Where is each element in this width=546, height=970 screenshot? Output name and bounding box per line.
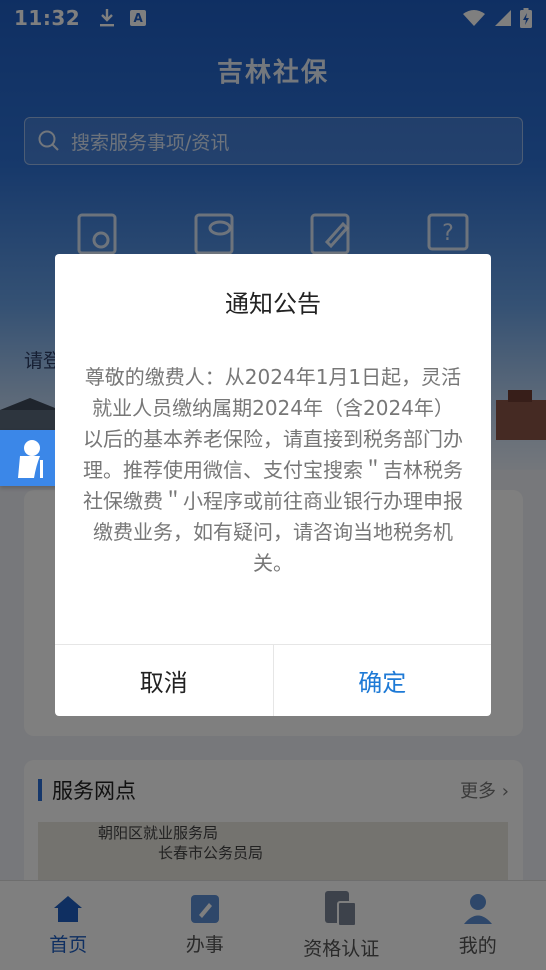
dialog-title: 通知公告: [225, 290, 321, 318]
dialog-actions: 取消 确定: [55, 644, 491, 716]
dialog-message: 尊敬的缴费人：从2024年1月1日起，灵活就业人员缴纳属期2024年（含2024…: [83, 365, 463, 575]
notice-dialog: 通知公告 尊敬的缴费人：从2024年1月1日起，灵活就业人员缴纳属期2024年（…: [55, 254, 491, 716]
elder-person-icon: [18, 440, 43, 478]
confirm-button[interactable]: 确定: [274, 645, 492, 716]
cancel-button[interactable]: 取消: [55, 645, 274, 716]
